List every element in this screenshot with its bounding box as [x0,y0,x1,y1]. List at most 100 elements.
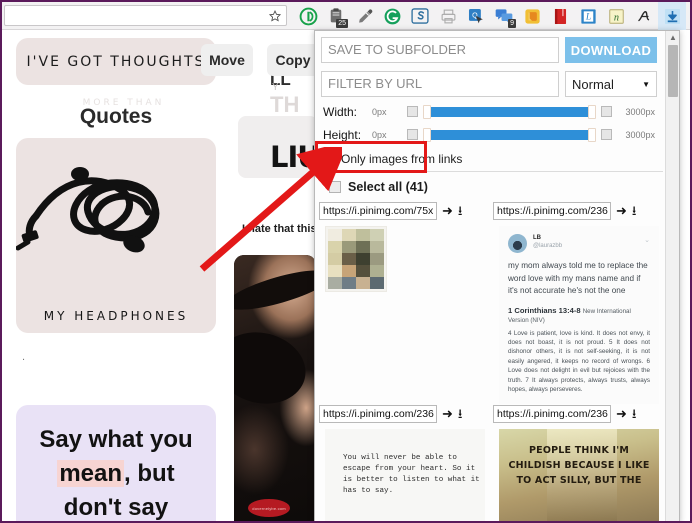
only-images-from-links-label: Only images from links [341,152,462,166]
pocket-icon[interactable] [294,2,322,30]
height-range-slider[interactable] [423,129,596,141]
result-thumbnail[interactable]: You will never be able to escape from yo… [319,424,489,521]
mode-select[interactable]: Normal ▼ [565,71,657,97]
notes-n-icon[interactable]: n [602,2,630,30]
sepia-quote-line-2: CHILDISH BECAUSE I LIKE [499,458,659,473]
scroll-up-arrow-icon[interactable]: ▲ [666,31,680,44]
height-slider-handle-left[interactable] [423,128,431,142]
result-item: https://i.pinimg.com/236 ➜ ⭳ PEOPLE THIN… [489,404,663,521]
height-slider-row: Height: 0px 3000px [323,124,655,145]
evernote-icon[interactable] [518,2,546,30]
result-url[interactable]: https://i.pinimg.com/75x [319,202,437,220]
avatar [508,234,527,253]
bookmark-star-icon[interactable] [268,9,282,23]
width-slider-fill [430,107,589,117]
width-range-slider[interactable] [423,106,596,118]
lips-watermark-icon: dovernelybe.com [248,499,290,517]
width-slider-handle-left[interactable] [423,105,431,119]
grammarly-icon[interactable] [378,2,406,30]
tweet-screenshot-image: LB @laurazbb ⌄ my mom always told me to … [499,226,659,404]
address-bar[interactable] [4,5,287,26]
svg-text:n: n [613,12,618,23]
open-arrow-icon[interactable]: ➜ [616,203,627,219]
download-arrow-icon[interactable]: ⭳ [458,409,463,419]
save-to-subfolder-input[interactable]: SAVE TO SUBFOLDER [321,37,559,63]
open-arrow-icon[interactable]: ➜ [442,203,453,219]
result-thumbnail[interactable]: LB @laurazbb ⌄ my mom always told me to … [493,221,663,404]
result-item: https://i.pinimg.com/236 ➜ ⭳ You will ne… [315,404,489,521]
blue-l-icon[interactable]: L [574,2,602,30]
move-button[interactable]: Move [201,44,253,76]
board-title-text: I'VE GOT THOUGHTS [27,54,206,70]
more-options-icon: ⌄ [644,236,650,244]
popup-scrollbar[interactable]: ▲ [665,31,679,521]
sepia-quote-line-3: TO ACT SILLY, BUT THE [499,473,659,488]
browser-toolbar: 25 Q 9 [2,2,690,30]
say-what-but: , but [124,460,175,487]
image-downloader-popup: SAVE TO SUBFOLDER DOWNLOAD FILTER BY URL… [314,30,680,522]
mode-select-value: Normal [572,77,614,92]
verse-text: 4 Love is patient, love is kind. It does… [508,329,650,395]
printer-icon[interactable] [434,2,462,30]
only-images-from-links-checkbox[interactable] [323,153,335,165]
scrollbar-thumb[interactable] [668,45,678,97]
say-what-line-1: Say what you [39,423,192,457]
width-min-value: 0px [372,107,402,117]
width-min-lock-checkbox[interactable] [407,106,418,117]
result-thumbnail[interactable]: PEOPLE THINK I'M CHILDISH BECAUSE I LIKE… [493,424,663,521]
result-url[interactable]: https://i.pinimg.com/236 [493,405,611,423]
download-arrow-icon[interactable]: ⭳ [632,409,637,419]
say-what-line-3: don't say [64,491,168,523]
signature-icon[interactable] [630,2,658,30]
height-slider-handle-right[interactable] [588,128,596,142]
tweet-header: LB @laurazbb ⌄ [508,234,650,253]
height-min-value: 0px [372,130,402,140]
select-all-checkbox[interactable] [329,181,341,193]
chevron-down-icon: ▼ [642,80,650,89]
width-slider-handle-right[interactable] [588,105,596,119]
pixelated-mosaic-image [325,226,387,292]
open-arrow-icon[interactable]: ➜ [442,406,453,422]
download-arrow-icon[interactable]: ⭳ [458,206,463,216]
filter-by-url-input[interactable]: FILTER BY URL [321,71,559,97]
download-button[interactable]: DOWNLOAD [565,37,657,63]
headphones-pin-card[interactable]: MY HEADPHONES [16,138,216,333]
clipboard-badge: 25 [336,19,348,28]
only-images-from-links-row[interactable]: Only images from links [323,150,655,167]
tweet-handle: @laurazbb [533,242,562,250]
result-item: https://i.pinimg.com/236 ➜ ⭳ LB @laurazb… [489,201,663,404]
clipboard-icon[interactable]: 25 [322,2,350,30]
select-all-row[interactable]: Select all (41) [329,178,655,196]
eyedropper-icon[interactable] [350,2,378,30]
height-max-lock-checkbox[interactable] [601,129,612,140]
comments-icon[interactable]: 9 [490,2,518,30]
background-text-live: LIU [270,140,320,174]
open-arrow-icon[interactable]: ➜ [616,406,627,422]
board-title-card[interactable]: I'VE GOT THOUGHTS [16,38,216,85]
result-thumbnail[interactable] [319,221,489,292]
dot-mark: . [22,351,25,363]
height-label: Height: [323,128,367,142]
browser-window: LL Y TH LIU I hate that this I'VE GOT TH… [0,0,692,523]
result-url[interactable]: https://i.pinimg.com/236 [319,405,437,423]
download-arrow-icon[interactable]: ⭳ [632,206,637,216]
say-what-mean: mean [57,460,124,487]
typewriter-quote-image: You will never be able to escape from yo… [325,429,485,521]
result-url[interactable]: https://i.pinimg.com/236 [493,202,611,220]
red-book-icon[interactable] [546,2,574,30]
scribd-icon[interactable] [406,2,434,30]
comments-badge: 9 [508,19,516,28]
filter-row: FILTER BY URL Normal ▼ [321,71,657,99]
blue-cursor-icon[interactable]: Q [462,2,490,30]
width-max-value: 3000px [617,107,655,117]
tweet-text: my mom always told me to replace the wor… [508,260,650,298]
dark-photo-pin-card[interactable]: dovernelybe.com [234,255,316,523]
width-max-lock-checkbox[interactable] [601,106,612,117]
select-all-label: Select all (41) [348,180,428,194]
say-what-pin-card[interactable]: Say what you mean, but don't say it mean [16,405,216,523]
image-downloader-icon[interactable] [658,2,686,30]
height-min-lock-checkbox[interactable] [407,129,418,140]
copy-button[interactable]: Copy [267,44,319,76]
background-text-th: TH [270,92,299,118]
result-item: https://i.pinimg.com/75x ➜ ⭳ [315,201,489,404]
